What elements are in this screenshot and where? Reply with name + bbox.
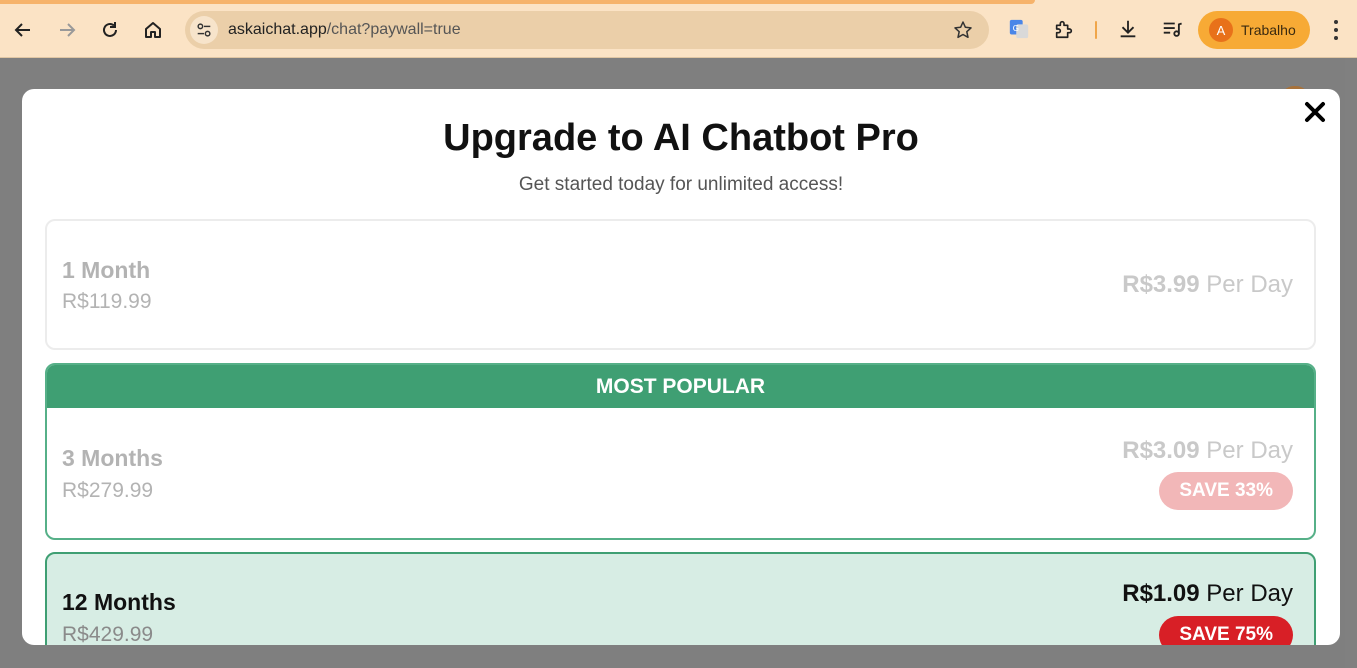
per-day-suffix: Per Day	[1206, 580, 1293, 607]
save-badge: SAVE 33%	[1159, 472, 1293, 510]
plan-total-price: R$119.99	[62, 290, 152, 313]
plan-option-3-months[interactable]: MOST POPULAR 3 Months R$279.99 R$3.09 Pe…	[45, 363, 1316, 540]
browser-toolbar: askaichat.app/chat?paywall=true G A Trab…	[0, 0, 1357, 58]
per-day-suffix: Per Day	[1206, 271, 1293, 298]
home-icon	[145, 22, 161, 38]
per-day-suffix: Per Day	[1206, 437, 1293, 464]
plan-name: 3 Months	[62, 445, 163, 471]
per-day-price: R$1.09	[1122, 580, 1200, 607]
save-badge: SAVE 75%	[1159, 616, 1293, 645]
toolbar-divider	[1095, 21, 1097, 39]
profile-avatar: A	[1209, 18, 1233, 42]
most-popular-badge: MOST POPULAR	[47, 365, 1314, 408]
back-arrow-icon	[14, 23, 30, 37]
plan-total-price: R$429.99	[62, 623, 154, 645]
url-path: /chat?paywall=true	[326, 21, 461, 38]
modal-title: Upgrade to AI Chatbot Pro	[443, 117, 919, 159]
downloads-button[interactable]	[1115, 16, 1141, 42]
reload-button[interactable]	[95, 15, 125, 45]
bookmark-star-icon[interactable]	[953, 20, 973, 40]
per-day-price: R$3.99	[1122, 271, 1200, 298]
page-scrollbar[interactable]	[1345, 58, 1357, 668]
google-translate-icon: G	[1009, 19, 1029, 39]
extensions-button[interactable]	[1051, 16, 1077, 42]
download-icon	[1120, 20, 1136, 38]
modal-subtitle: Get started today for unlimited access!	[518, 174, 844, 195]
plan-name: 12 Months	[62, 589, 176, 615]
browser-menu-icon[interactable]	[1326, 18, 1346, 42]
forward-arrow-icon	[60, 23, 76, 37]
per-day-price: R$3.09	[1122, 437, 1200, 464]
back-button[interactable]	[8, 15, 38, 45]
media-button[interactable]	[1159, 16, 1185, 42]
plan-per-day: R$3.99 Per Day	[1122, 271, 1293, 299]
url-host: askaichat.app	[228, 21, 327, 38]
paywall-modal: Upgrade to AI Chatbot Pro Get started to…	[22, 89, 1340, 645]
profile-button[interactable]: A Trabalho	[1198, 11, 1310, 49]
home-button[interactable]	[138, 15, 168, 45]
url-text: askaichat.app/chat?paywall=true	[228, 21, 461, 39]
plan-name: 1 Month	[62, 257, 151, 283]
plan-option-1-month[interactable]: 1 Month R$119.99 R$3.99 Per Day	[45, 219, 1316, 350]
plan-per-day: R$3.09 Per Day	[1122, 437, 1293, 465]
plan-per-day: R$1.09 Per Day	[1122, 580, 1293, 608]
reload-icon	[103, 22, 117, 37]
profile-name: Trabalho	[1241, 22, 1296, 38]
svg-text:G: G	[1013, 23, 1019, 33]
queue-music-icon	[1163, 22, 1182, 37]
plan-option-12-months[interactable]: 12 Months R$429.99 R$1.09 Per Day SAVE 7…	[45, 552, 1316, 645]
active-tab-edge	[0, 0, 1035, 4]
site-info-button[interactable]	[190, 16, 218, 44]
plan-total-price: R$279.99	[62, 479, 154, 502]
tune-icon	[197, 23, 211, 37]
puzzle-icon	[1055, 20, 1073, 39]
forward-button[interactable]	[52, 15, 82, 45]
address-bar[interactable]: askaichat.app/chat?paywall=true	[185, 11, 989, 49]
translate-button[interactable]: G	[1006, 16, 1032, 42]
